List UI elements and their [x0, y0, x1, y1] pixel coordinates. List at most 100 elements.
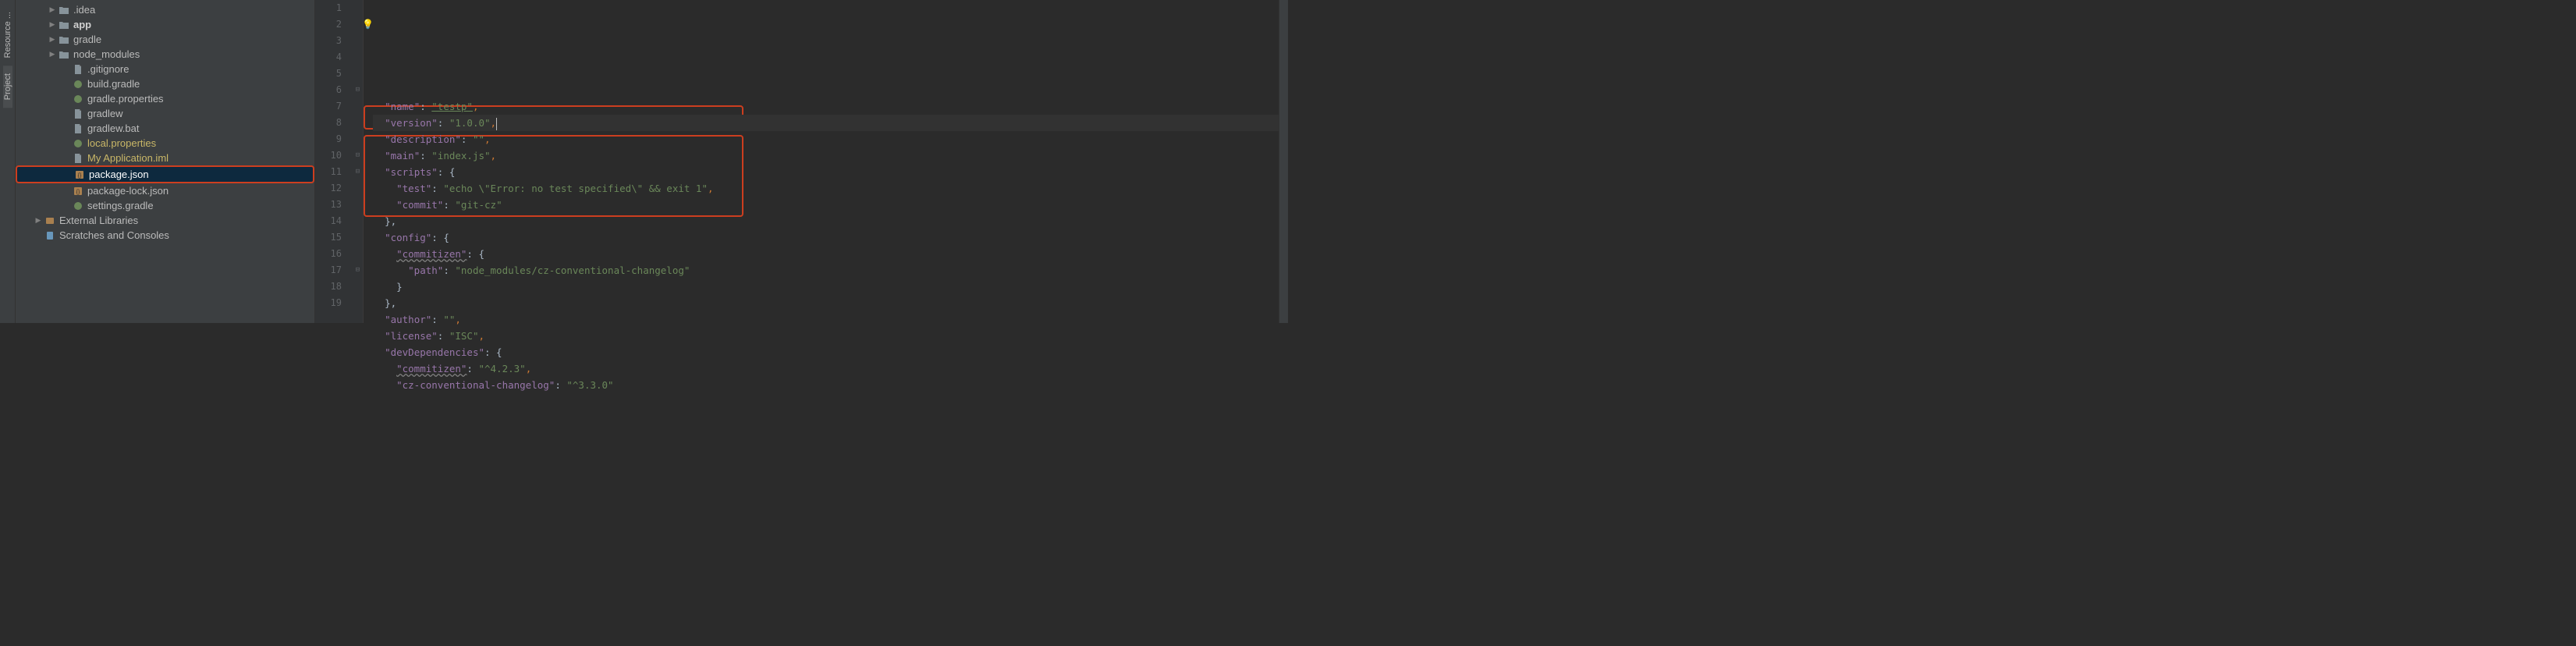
tree-label: settings.gradle	[87, 200, 154, 211]
code-line[interactable]: "config": {	[373, 229, 1279, 246]
code-line[interactable]: "path": "node_modules/cz-conventional-ch…	[373, 262, 1279, 279]
fold-spacer	[353, 295, 363, 311]
tree-label: .gitignore	[87, 63, 129, 75]
code-line[interactable]: "scripts": {	[373, 164, 1279, 180]
fold-gutter[interactable]: ⊟⊟⊟⊟	[353, 0, 364, 323]
toolwindow-stripe: Resource ... Project	[0, 0, 16, 323]
line-number: 16	[315, 246, 342, 262]
line-number: 6	[315, 82, 342, 98]
tree-label: build.gradle	[87, 78, 140, 90]
line-number: 15	[315, 229, 342, 246]
tree-arrow-icon[interactable]: ▶	[33, 216, 44, 225]
tree-row--gitignore[interactable]: .gitignore	[16, 62, 314, 76]
tree-row-package-json[interactable]: {}package.json	[16, 165, 314, 183]
svg-text:{}: {}	[78, 173, 82, 179]
line-number: 2	[315, 16, 342, 33]
fold-spacer	[353, 115, 363, 131]
line-number-gutter: 12345678910111213141516171819	[315, 0, 353, 323]
tree-arrow-icon[interactable]: ▶	[47, 5, 58, 14]
gradle-icon	[72, 137, 84, 150]
line-number: 3	[315, 33, 342, 49]
fold-spacer	[353, 246, 363, 262]
line-number: 18	[315, 279, 342, 295]
folder-icon	[58, 48, 70, 61]
tree-row-gradlew-bat[interactable]: gradlew.bat	[16, 121, 314, 136]
tree-row-package-lock-json[interactable]: {}package-lock.json	[16, 183, 314, 198]
fold-toggle-icon[interactable]: ⊟	[353, 82, 363, 98]
code-line[interactable]: "commit": "git-cz"	[373, 197, 1279, 213]
json-icon: {}	[72, 185, 84, 197]
code-line[interactable]: "name": "testp",	[373, 98, 1279, 115]
tree-arrow-icon[interactable]: ▶	[47, 50, 58, 59]
code-line[interactable]: "commitizen": {	[373, 246, 1279, 262]
code-line[interactable]: "version": "1.0.0",	[373, 115, 1279, 131]
tree-row-gradle-properties[interactable]: gradle.properties	[16, 91, 314, 106]
code-line[interactable]: "main": "index.js",	[373, 147, 1279, 164]
tree-row--idea[interactable]: ▶.idea	[16, 2, 314, 17]
code-line[interactable]: },	[373, 295, 1279, 311]
fold-spacer	[353, 0, 363, 16]
tree-row-settings-gradle[interactable]: settings.gradle	[16, 198, 314, 213]
fold-toggle-icon[interactable]: ⊟	[353, 262, 363, 279]
line-number: 1	[315, 0, 342, 16]
tree-row-app[interactable]: ▶ app	[16, 17, 314, 32]
fold-spacer	[353, 33, 363, 49]
toolwindow-project[interactable]: Project	[3, 66, 12, 108]
line-number: 7	[315, 98, 342, 115]
line-number: 8	[315, 115, 342, 131]
tree-row-gradlew[interactable]: gradlew	[16, 106, 314, 121]
intention-bulb-icon[interactable]: 💡	[362, 16, 374, 33]
fold-spacer	[353, 66, 363, 82]
code-line[interactable]: "license": "ISC",	[373, 328, 1279, 344]
tree-label: node_modules	[73, 48, 140, 60]
line-number: 17	[315, 262, 342, 279]
tree-arrow-icon[interactable]: ▶	[47, 20, 58, 29]
tree-row-my-application-iml[interactable]: My Application.iml	[16, 151, 314, 165]
fold-spacer	[353, 213, 363, 229]
marker-stripe	[1279, 0, 1288, 323]
fold-toggle-icon[interactable]: ⊟	[353, 147, 363, 164]
toolwindow-resource[interactable]: Resource ...	[3, 4, 12, 66]
fold-spacer	[353, 229, 363, 246]
tree-label: gradlew	[87, 108, 123, 119]
code-line[interactable]: "test": "echo \"Error: no test specified…	[373, 180, 1279, 197]
lib-icon	[44, 215, 56, 227]
tree-row-build-gradle[interactable]: build.gradle	[16, 76, 314, 91]
line-number: 4	[315, 49, 342, 66]
tree-label: gradle.properties	[87, 93, 164, 105]
tree-label: External Libraries	[59, 215, 138, 226]
svg-text:{}: {}	[76, 190, 80, 195]
folder-icon	[58, 19, 70, 31]
tree-row-node-modules[interactable]: ▶ node_modules	[16, 47, 314, 62]
line-number: 11	[315, 164, 342, 180]
line-number: 19	[315, 295, 342, 311]
tree-row-local-properties[interactable]: local.properties	[16, 136, 314, 151]
tree-label: gradle	[73, 34, 101, 45]
line-number: 14	[315, 213, 342, 229]
code-line[interactable]: "cz-conventional-changelog": "^3.3.0"	[373, 377, 1279, 393]
tree-row-external-libraries[interactable]: ▶ External Libraries	[16, 213, 314, 228]
fold-spacer	[353, 279, 363, 295]
json-icon: {}	[73, 169, 86, 181]
code-line[interactable]: }	[373, 279, 1279, 295]
code-line[interactable]: "devDependencies": {	[373, 344, 1279, 360]
code-editor[interactable]: 12345678910111213141516171819 ⊟⊟⊟⊟ 💡 "na…	[315, 0, 1288, 323]
code-content[interactable]: 💡 "name": "testp", "version": "1.0.0", "…	[364, 0, 1279, 323]
code-line[interactable]: "commitizen": "^4.2.3",	[373, 360, 1279, 377]
fold-spacer	[353, 131, 363, 147]
tree-row-gradle[interactable]: ▶ gradle	[16, 32, 314, 47]
tree-row-scratches-and-consoles[interactable]: Scratches and Consoles	[16, 228, 314, 243]
code-line[interactable]	[373, 82, 1279, 98]
line-number: 10	[315, 147, 342, 164]
code-line[interactable]: },	[373, 213, 1279, 229]
tree-label: app	[73, 19, 91, 30]
fold-toggle-icon[interactable]: ⊟	[353, 164, 363, 180]
folder-icon	[58, 34, 70, 46]
file-icon	[72, 122, 84, 135]
code-line[interactable]: "description": "",	[373, 131, 1279, 147]
fold-spacer	[353, 98, 363, 115]
project-tree[interactable]: ▶.idea▶app▶gradle▶node_modules.gitignore…	[16, 0, 314, 243]
code-line[interactable]: "author": "",	[373, 311, 1279, 328]
project-panel: ▶.idea▶app▶gradle▶node_modules.gitignore…	[16, 0, 315, 323]
tree-arrow-icon[interactable]: ▶	[47, 35, 58, 44]
